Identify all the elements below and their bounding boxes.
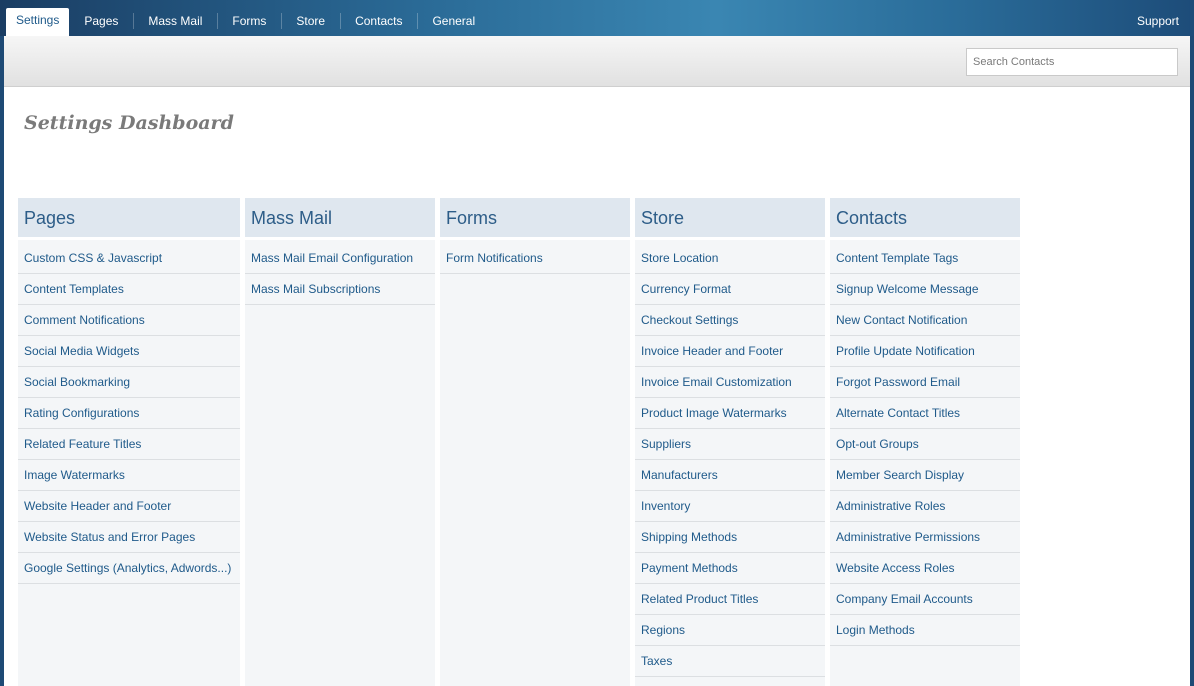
settings-link[interactable]: Currency Format [635,274,825,305]
main-tabs: Settings Pages Mass Mail Forms Store Con… [6,8,490,36]
settings-link[interactable]: Website Header and Footer [18,491,240,522]
settings-link[interactable]: Content Templates [18,274,240,305]
settings-link[interactable]: Related Product Titles [635,584,825,615]
settings-link[interactable]: Related Feature Titles [18,429,240,460]
panel-header: Store [635,198,825,240]
settings-link[interactable]: Shipping Methods [635,522,825,553]
tab-pages[interactable]: Pages [69,8,133,36]
settings-link[interactable]: Administrative Permissions [830,522,1020,553]
main-content: Settings Dashboard Pages Custom CSS & Ja… [4,36,1190,686]
settings-link[interactable]: Signup Welcome Message [830,274,1020,305]
panel-header: Pages [18,198,240,240]
settings-link[interactable]: Website Access Roles [830,553,1020,584]
settings-link[interactable]: Checkout Settings [635,305,825,336]
settings-link[interactable]: Regions [635,615,825,646]
settings-link[interactable]: Inventory [635,491,825,522]
panel-pages: Pages Custom CSS & Javascript Content Te… [18,198,240,686]
settings-link[interactable]: Image Watermarks [18,460,240,491]
settings-link[interactable]: Opt-out Groups [830,429,1020,460]
settings-link[interactable]: Form Notifications [440,243,630,274]
tab-forms[interactable]: Forms [217,8,281,36]
settings-link[interactable]: Member Search Display [830,460,1020,491]
settings-link[interactable]: Suppliers [635,429,825,460]
settings-link[interactable]: Invoice Header and Footer [635,336,825,367]
settings-link[interactable]: Mass Mail Subscriptions [245,274,435,305]
settings-link[interactable]: Website Status and Error Pages [18,522,240,553]
settings-link[interactable]: Rating Configurations [18,398,240,429]
settings-link[interactable]: Google Settings (Analytics, Adwords...) [18,553,240,584]
panel-forms: Forms Form Notifications [440,198,630,686]
settings-link[interactable]: Profile Update Notification [830,336,1020,367]
settings-link[interactable]: Taxes [635,646,825,677]
settings-link[interactable]: Administrative Roles [830,491,1020,522]
settings-link[interactable]: Forgot Password Email [830,367,1020,398]
settings-link-list: Store Location Currency Format Checkout … [635,240,825,677]
panel-header: Contacts [830,198,1020,240]
settings-link[interactable]: Social Media Widgets [18,336,240,367]
settings-link[interactable]: Company Email Accounts [830,584,1020,615]
settings-link[interactable]: Custom CSS & Javascript [18,243,240,274]
panel-mass-mail: Mass Mail Mass Mail Email Configuration … [245,198,435,686]
tab-general[interactable]: General [417,8,490,36]
settings-link[interactable]: Content Template Tags [830,243,1020,274]
settings-link[interactable]: Payment Methods [635,553,825,584]
panel-header: Forms [440,198,630,240]
settings-link[interactable]: Alternate Contact Titles [830,398,1020,429]
support-link[interactable]: Support [1137,14,1179,28]
settings-link[interactable]: Comment Notifications [18,305,240,336]
settings-link[interactable]: Social Bookmarking [18,367,240,398]
panel-store: Store Store Location Currency Format Che… [635,198,825,686]
tab-store[interactable]: Store [281,8,340,36]
sub-toolbar [4,36,1190,87]
settings-link[interactable]: Product Image Watermarks [635,398,825,429]
panel-contacts: Contacts Content Template Tags Signup We… [830,198,1020,686]
settings-link-list: Form Notifications [440,240,630,274]
top-navigation-bar: Settings Pages Mass Mail Forms Store Con… [0,0,1194,36]
page-title: Settings Dashboard [24,112,234,134]
tab-mass-mail[interactable]: Mass Mail [133,8,217,36]
settings-link[interactable]: New Contact Notification [830,305,1020,336]
panel-header: Mass Mail [245,198,435,240]
settings-link[interactable]: Mass Mail Email Configuration [245,243,435,274]
settings-link-list: Content Template Tags Signup Welcome Mes… [830,240,1020,646]
tab-contacts[interactable]: Contacts [340,8,417,36]
settings-link-list: Custom CSS & Javascript Content Template… [18,240,240,584]
settings-link[interactable]: Login Methods [830,615,1020,646]
settings-link[interactable]: Invoice Email Customization [635,367,825,398]
settings-link[interactable]: Manufacturers [635,460,825,491]
search-contacts-input[interactable] [966,48,1178,76]
settings-link-list: Mass Mail Email Configuration Mass Mail … [245,240,435,305]
settings-link[interactable]: Store Location [635,243,825,274]
tab-settings[interactable]: Settings [6,8,70,36]
